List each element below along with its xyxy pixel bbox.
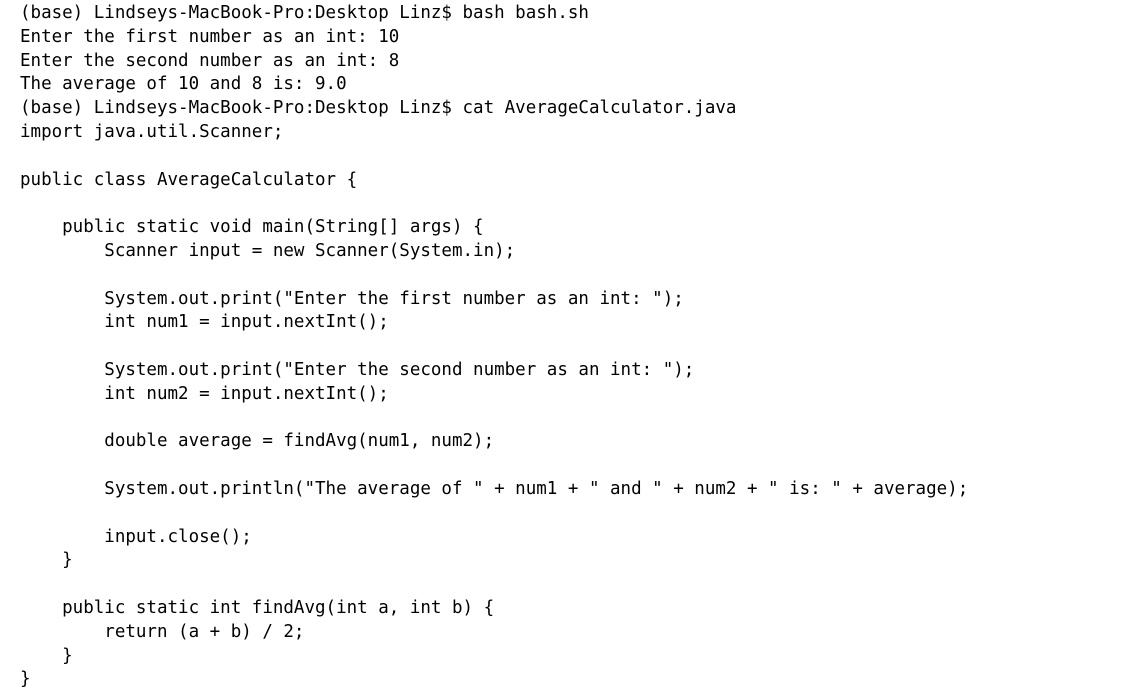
code-line: System.out.println("The average of " + n… — [20, 478, 969, 499]
code-line: public static void main(String[] args) { — [20, 217, 484, 238]
code-line: return (a + b) / 2; — [20, 621, 305, 642]
code-line: System.out.print("Enter the first number… — [20, 288, 684, 309]
terminal-line: Enter the first number as an int: 10 — [20, 26, 400, 47]
terminal-output[interactable]: (base) Lindseys-MacBook-Pro:Desktop Linz… — [0, 0, 1123, 700]
code-line: double average = findAvg(num1, num2); — [20, 431, 495, 452]
code-line: } — [20, 550, 73, 571]
code-line: int num2 = input.nextInt(); — [20, 383, 389, 404]
code-line: Scanner input = new Scanner(System.in); — [20, 240, 516, 261]
terminal-line: The average of 10 and 8 is: 9.0 — [20, 74, 347, 95]
code-line: int num1 = input.nextInt(); — [20, 312, 389, 333]
code-line: System.out.print("Enter the second numbe… — [20, 359, 695, 380]
terminal-line: (base) Lindseys-MacBook-Pro:Desktop Linz… — [20, 3, 589, 23]
code-line: public class AverageCalculator { — [20, 169, 358, 190]
terminal-line: (base) Lindseys-MacBook-Pro:Desktop Linz… — [20, 98, 737, 119]
code-line: } — [20, 669, 31, 690]
code-line: } — [20, 645, 73, 666]
code-line: public static int findAvg(int a, int b) … — [20, 597, 495, 618]
terminal-line: Enter the second number as an int: 8 — [20, 50, 400, 71]
code-line: input.close(); — [20, 526, 252, 547]
code-line: import java.util.Scanner; — [20, 121, 284, 142]
